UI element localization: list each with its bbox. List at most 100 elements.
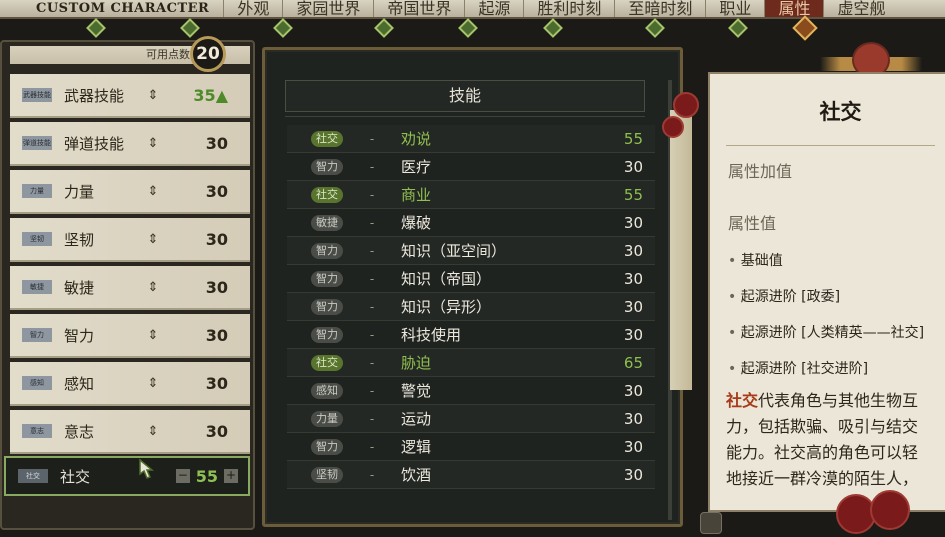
skills-title: 技能 bbox=[285, 80, 645, 112]
description-text: 代表角色与其他生物互 bbox=[758, 391, 919, 410]
characteristic-row-perception[interactable]: 感知 感知 ⇕ 30 bbox=[10, 362, 250, 406]
skull-icon bbox=[700, 512, 722, 534]
skill-value: 30 bbox=[623, 437, 643, 456]
skill-separator: - bbox=[369, 383, 375, 398]
tab-career[interactable]: 职业 bbox=[705, 0, 764, 17]
skill-name: 爆破 bbox=[401, 214, 432, 232]
skill-separator: - bbox=[369, 355, 375, 370]
skill-attribute-badge: 社交 bbox=[311, 130, 343, 147]
skill-name: 运动 bbox=[401, 410, 432, 428]
completed-check-icon bbox=[180, 18, 200, 38]
completed-check-icon bbox=[273, 18, 293, 38]
characteristic-badge: 敏捷 bbox=[22, 280, 52, 294]
characteristic-row-strength[interactable]: 力量 力量 ⇕ 30 bbox=[10, 170, 250, 214]
skill-attribute-badge: 智力 bbox=[311, 326, 343, 343]
skill-value: 30 bbox=[623, 325, 643, 344]
characteristic-badge: 意志 bbox=[22, 424, 52, 438]
skill-row[interactable]: 智力 - 逻辑 30 bbox=[287, 433, 655, 461]
characteristic-value: 30 bbox=[205, 277, 228, 297]
increase-button[interactable]: + bbox=[224, 469, 238, 483]
completed-check-icon bbox=[374, 18, 394, 38]
skill-separator: - bbox=[369, 299, 375, 314]
tab-origin[interactable]: 起源 bbox=[464, 0, 523, 17]
characteristic-value: 30 bbox=[205, 421, 228, 441]
decrease-button[interactable]: − bbox=[175, 469, 190, 483]
characteristic-row-fellowship[interactable]: 社交 社交 − 55 + bbox=[4, 456, 250, 496]
characteristic-name: 力量 bbox=[64, 182, 95, 201]
characteristic-badge: 感知 bbox=[22, 376, 52, 390]
characteristic-value: 30 bbox=[205, 373, 228, 393]
skill-row[interactable]: 社交 - 胁迫 65 bbox=[287, 349, 655, 377]
characteristic-badge: 力量 bbox=[22, 184, 52, 198]
skill-attribute-badge: 坚韧 bbox=[311, 466, 343, 483]
characteristic-value: 30 bbox=[205, 133, 228, 153]
skill-row[interactable]: 坚韧 - 饮酒 30 bbox=[287, 461, 655, 489]
completed-check-icon bbox=[458, 18, 478, 38]
characteristic-name: 敏捷 bbox=[64, 278, 95, 297]
sort-arrows-icon: ⇕ bbox=[147, 135, 159, 151]
value-source-line: 起源进阶 [社交进阶] bbox=[728, 358, 945, 378]
attribute-description: 社交代表角色与其他生物互 力，包括欺骗、吸引与结交 能力。社交高的角色可以轻 地… bbox=[726, 388, 945, 492]
skill-row[interactable]: 智力 - 知识（帝国） 30 bbox=[287, 265, 655, 293]
characteristic-name: 意志 bbox=[64, 422, 95, 441]
characteristic-row-agility[interactable]: 敏捷 敏捷 ⇕ 30 bbox=[10, 266, 250, 310]
detail-divider bbox=[726, 136, 935, 146]
characteristic-value: 30 bbox=[205, 325, 228, 345]
attribute-detail-panel: 社交 属性加值 属性值 基础值 起源进阶 [政委] 起源进阶 [人类精英——社交… bbox=[708, 72, 945, 512]
skill-attribute-badge: 社交 bbox=[311, 354, 343, 371]
characteristic-name: 坚韧 bbox=[64, 230, 95, 249]
skill-name: 医疗 bbox=[401, 158, 432, 176]
skill-row[interactable]: 敏捷 - 爆破 30 bbox=[287, 209, 655, 237]
skill-name: 知识（帝国） bbox=[401, 270, 492, 288]
characteristic-badge: 社交 bbox=[18, 469, 48, 483]
skill-row[interactable]: 力量 - 运动 30 bbox=[287, 405, 655, 433]
wax-seal-icon bbox=[870, 490, 910, 530]
skill-row[interactable]: 感知 - 警觉 30 bbox=[287, 377, 655, 405]
characteristic-row-weapon-skill[interactable]: 武器技能 武器技能 ⇕ 35▲ bbox=[10, 74, 250, 118]
skill-row[interactable]: 社交 - 商业 55 bbox=[287, 181, 655, 209]
characteristic-row-intelligence[interactable]: 智力 智力 ⇕ 30 bbox=[10, 314, 250, 358]
skill-attribute-badge: 感知 bbox=[311, 382, 343, 399]
characteristic-value: 35▲ bbox=[193, 85, 228, 105]
skill-value: 30 bbox=[623, 409, 643, 428]
skill-row[interactable]: 智力 - 科技使用 30 bbox=[287, 321, 655, 349]
description-line: 力，包括欺骗、吸引与结交 bbox=[726, 417, 919, 436]
skill-name: 胁迫 bbox=[401, 354, 432, 372]
characteristic-badge: 智力 bbox=[22, 328, 52, 342]
skill-row[interactable]: 智力 - 知识（亚空间） 30 bbox=[287, 237, 655, 265]
skills-header-divider bbox=[285, 116, 645, 124]
tab-homeworld[interactable]: 家园世界 bbox=[282, 0, 373, 17]
skill-separator: - bbox=[369, 439, 375, 454]
sort-arrows-icon: ⇕ bbox=[147, 327, 159, 343]
skill-row[interactable]: 智力 - 知识（异形） 30 bbox=[287, 293, 655, 321]
skill-row[interactable]: 社交 - 劝说 55 bbox=[287, 125, 655, 153]
characteristic-name: 社交 bbox=[60, 467, 91, 486]
tab-triumph[interactable]: 胜利时刻 bbox=[523, 0, 614, 17]
characteristic-row-willpower[interactable]: 意志 意志 ⇕ 30 bbox=[10, 410, 250, 454]
skill-attribute-badge: 社交 bbox=[311, 186, 343, 203]
skill-separator: - bbox=[369, 215, 375, 230]
sort-arrows-icon: ⇕ bbox=[147, 87, 159, 103]
mouse-cursor-icon bbox=[139, 458, 155, 479]
value-source-line: 起源进阶 [政委] bbox=[728, 286, 945, 306]
completed-check-icon bbox=[728, 18, 748, 38]
tab-attributes[interactable]: 属性 bbox=[764, 0, 824, 17]
skills-panel: 技能 社交 - 劝说 55 智力 - 医疗 30 社交 - 商业 55 敏捷 -… bbox=[262, 47, 683, 527]
description-keyword: 社交 bbox=[726, 391, 759, 410]
skill-name: 知识（亚空间） bbox=[401, 242, 507, 260]
characteristic-badge: 坚韧 bbox=[22, 232, 52, 246]
tab-progress-marks bbox=[0, 15, 945, 41]
tab-appearance[interactable]: 外观 bbox=[223, 0, 282, 17]
skill-attribute-badge: 敏捷 bbox=[311, 214, 343, 231]
skill-row[interactable]: 智力 - 医疗 30 bbox=[287, 153, 655, 181]
skill-value: 65 bbox=[623, 353, 643, 372]
tab-imperial-world[interactable]: 帝国世界 bbox=[373, 0, 464, 17]
sort-arrows-icon: ⇕ bbox=[147, 279, 159, 295]
characteristic-row-toughness[interactable]: 坚韧 坚韧 ⇕ 30 bbox=[10, 218, 250, 262]
skill-name: 科技使用 bbox=[401, 326, 462, 344]
skill-attribute-badge: 智力 bbox=[311, 298, 343, 315]
tab-voidship[interactable]: 虚空舰 bbox=[823, 0, 898, 17]
characteristic-row-ballistic-skill[interactable]: 弹道技能 弹道技能 ⇕ 30 bbox=[10, 122, 250, 166]
tab-darkest-hour[interactable]: 至暗时刻 bbox=[614, 0, 705, 17]
skill-value: 30 bbox=[623, 381, 643, 400]
